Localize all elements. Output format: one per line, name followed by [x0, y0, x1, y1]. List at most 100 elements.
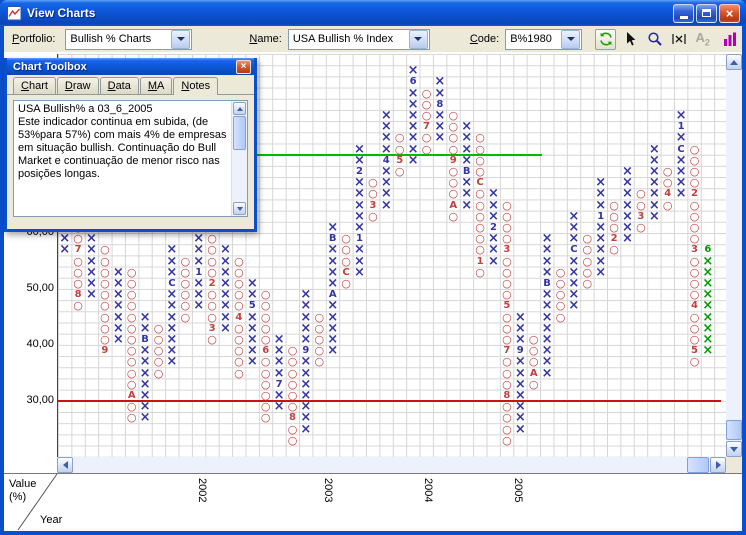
year-tick-label: 2002: [196, 478, 208, 503]
main-toolbar: Portfolio: Bullish % Charts Name: USA Bu…: [4, 26, 742, 52]
pf-cell: ×: [86, 231, 97, 247]
pf-cell: ○: [126, 299, 137, 313]
horizontal-scroll-thumb[interactable]: [687, 457, 709, 473]
pf-cell: ○: [555, 288, 566, 302]
code-select[interactable]: B%1980: [505, 28, 583, 50]
pf-cell: ○: [394, 165, 405, 179]
tab-draw[interactable]: Draw: [56, 77, 99, 94]
portfolio-dropdown-button[interactable]: [171, 29, 191, 49]
note-scroll-thumb[interactable]: [233, 116, 246, 150]
magnifier-icon: [648, 32, 662, 46]
tab-chart[interactable]: Chart: [13, 77, 56, 94]
note-text-area[interactable]: USA Bullish% a 03_6_2005 Este indicador …: [13, 100, 248, 217]
note-scrollbar[interactable]: [231, 101, 247, 216]
pf-cell: ○: [234, 254, 244, 268]
pf-cell: ○: [502, 209, 512, 223]
pf-cell: ×: [300, 354, 312, 370]
vertical-scroll-thumb[interactable]: [726, 420, 742, 440]
arrow-up-icon: [236, 106, 243, 111]
scroll-left-button[interactable]: [57, 457, 73, 473]
toolbox-titlebar[interactable]: Chart Toolbox ×: [7, 58, 254, 75]
pf-cell: ○: [73, 265, 83, 279]
refresh-icon: [599, 32, 612, 46]
pf-month-marker: 4: [691, 300, 698, 312]
pf-cell: ○: [100, 243, 110, 257]
a2-tool-button[interactable]: A2: [692, 29, 713, 50]
pf-cell: ○: [475, 265, 485, 279]
name-dropdown-button[interactable]: [408, 29, 428, 49]
scroll-right-button[interactable]: [710, 457, 726, 473]
portfolio-select[interactable]: Bullish % Charts: [65, 28, 193, 50]
pf-month-marker: 5: [503, 300, 511, 312]
pf-cell: ○: [234, 366, 244, 380]
tab-notes[interactable]: Notes: [173, 77, 219, 95]
pf-cell: ○: [636, 198, 646, 212]
pf-cell: ○: [207, 265, 217, 279]
chevron-down-icon: [176, 37, 185, 41]
pf-cell: ×: [193, 276, 205, 292]
pf-cell: ○: [100, 321, 110, 335]
pf-cell: ○: [260, 389, 271, 403]
scroll-down-button[interactable]: [726, 441, 742, 457]
pf-cell: ○: [502, 355, 512, 369]
pf-cell: ×: [380, 164, 392, 180]
pf-cell: ○: [341, 254, 351, 268]
pf-cell: ×: [246, 276, 258, 292]
pf-cell: ○: [368, 209, 378, 223]
tab-ma[interactable]: MA: [139, 77, 173, 94]
note-scroll-up-button[interactable]: [233, 102, 246, 115]
pf-cell: ×: [514, 309, 526, 325]
pf-cell: ○: [475, 232, 485, 246]
pf-cell: ○: [475, 153, 485, 167]
tab-data[interactable]: Data: [99, 77, 139, 94]
scroll-up-button[interactable]: [726, 54, 742, 70]
pf-cell: ○: [234, 355, 244, 369]
pf-cell: ○: [448, 209, 459, 223]
maximize-button[interactable]: [696, 3, 717, 23]
pf-cell: ○: [126, 366, 137, 380]
pf-cell: ○: [126, 321, 137, 335]
pf-cell: ×: [461, 175, 473, 191]
pointer-tool-button[interactable]: [620, 29, 641, 50]
pf-cell: ○: [126, 310, 137, 324]
pf-month-marker: 8: [74, 289, 82, 301]
pf-cell: ○: [475, 131, 485, 145]
pf-cell: ○: [260, 299, 271, 313]
pf-cell: ×: [273, 388, 285, 404]
pf-cell: ×: [434, 74, 446, 90]
pf-cell: ×: [595, 220, 607, 236]
pf-cell: ○: [528, 333, 539, 347]
pointer-icon: [626, 32, 636, 46]
pf-month-marker: 6: [704, 244, 712, 256]
vertical-scrollbar[interactable]: [726, 54, 742, 457]
code-dropdown-button[interactable]: [561, 29, 581, 49]
pf-month-marker: 3: [637, 210, 645, 222]
pf-month-marker: 8: [289, 412, 296, 424]
toolbox-close-button[interactable]: ×: [236, 59, 251, 74]
pf-month-marker: 9: [101, 345, 109, 357]
pf-cell: ○: [689, 355, 700, 369]
pf-cell: ○: [73, 254, 83, 268]
pf-cell: ×: [434, 108, 446, 124]
minimize-icon: [679, 15, 688, 19]
pf-cell: ○: [287, 377, 298, 391]
pf-cell: ○: [475, 142, 485, 156]
zoom-tool-button[interactable]: [644, 29, 665, 50]
minimize-button[interactable]: [673, 3, 694, 23]
x-scale-tool-button[interactable]: [668, 29, 689, 50]
name-select[interactable]: USA Bullish % Index: [287, 28, 430, 50]
pf-cell: ○: [609, 221, 619, 235]
pf-cell: ○: [287, 433, 298, 447]
pf-cell: ○: [207, 243, 217, 257]
pf-cell: ○: [502, 422, 512, 436]
window-title: View Charts: [27, 6, 96, 20]
histogram-tool-button[interactable]: [719, 29, 740, 50]
close-button[interactable]: ×: [719, 3, 740, 23]
refresh-button[interactable]: [595, 28, 617, 50]
pf-cell: ○: [555, 277, 566, 291]
pf-cell: ○: [126, 377, 137, 391]
note-scroll-down-button[interactable]: [233, 202, 246, 215]
horizontal-scrollbar[interactable]: [57, 457, 726, 473]
pf-cell: ×: [354, 175, 365, 191]
pf-cell: ×: [541, 287, 553, 303]
